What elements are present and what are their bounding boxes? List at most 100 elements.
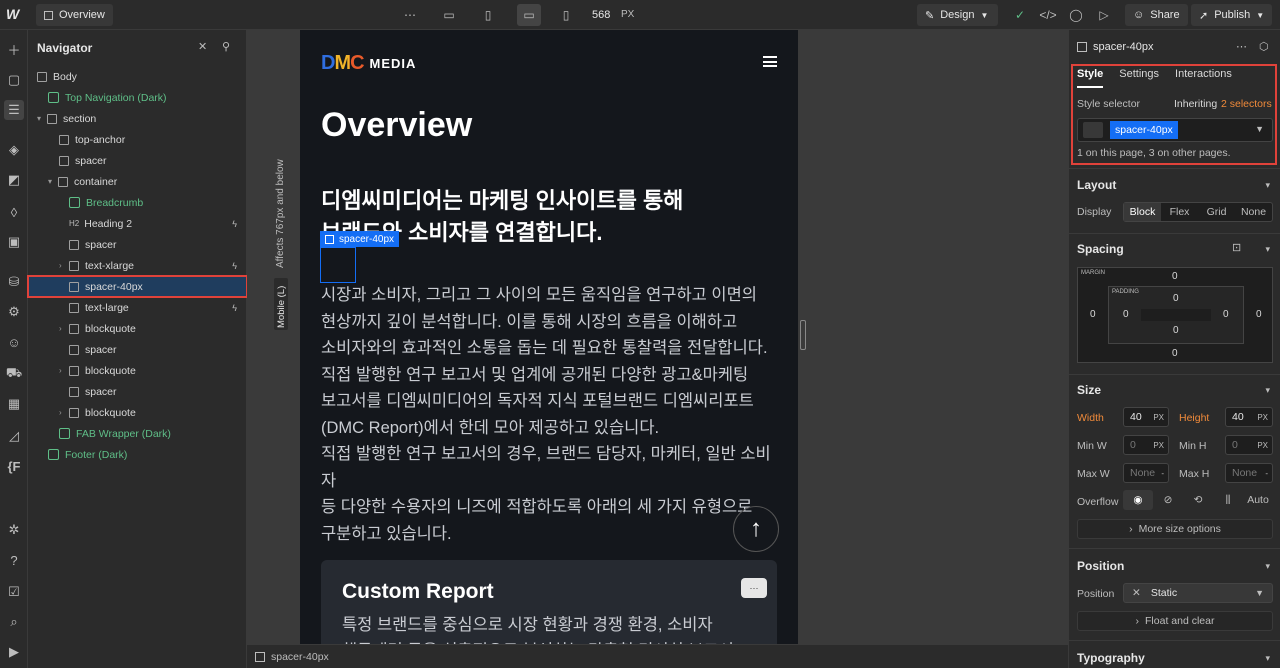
code-icon[interactable]: </> xyxy=(1038,5,1058,25)
brand-logo[interactable]: DMC MEDIA xyxy=(321,52,416,75)
scroll-top-arrow-icon[interactable]: ↑ xyxy=(733,506,779,552)
search-icon[interactable]: ⌕ xyxy=(4,612,24,632)
nav-item-spacer[interactable]: spacer xyxy=(28,234,247,255)
publish-button[interactable]: ➚ Publish ▼ xyxy=(1191,4,1273,26)
breadcrumb-selected[interactable]: spacer-40px xyxy=(271,651,329,663)
nav-item-spacer-40px[interactable]: spacer-40px xyxy=(27,275,248,298)
page-selector[interactable]: Overview xyxy=(36,4,113,26)
style-selector-field[interactable]: spacer-40px ▼ xyxy=(1077,118,1273,142)
nav-item-fab-wrapper[interactable]: FAB Wrapper (Dark) xyxy=(28,423,247,444)
position-title[interactable]: Position xyxy=(1077,559,1124,573)
localization-icon[interactable]: {F xyxy=(4,456,24,476)
chevron-down-icon[interactable]: ▾ xyxy=(1265,180,1270,191)
nav-item-heading-2[interactable]: H2 Heading 2 ϟ xyxy=(28,213,247,234)
nav-item-spacer[interactable]: spacer xyxy=(28,339,247,360)
min-height-input[interactable]: 0 PX xyxy=(1225,435,1273,455)
spacing-preset-icon[interactable]: ⊡ xyxy=(1232,241,1241,254)
inheriting-selectors-link[interactable]: 2 selectors xyxy=(1221,98,1272,110)
width-input[interactable]: 40 PX xyxy=(1123,407,1169,427)
desktop-star-breakpoint-icon[interactable]: ▭ xyxy=(439,5,459,25)
help-icon[interactable]: ? xyxy=(4,550,24,570)
audit-icon[interactable]: ☑ xyxy=(4,582,24,602)
webflow-logo[interactable]: W xyxy=(6,6,26,24)
nav-item-text-large[interactable]: text-large ϟ xyxy=(28,297,247,318)
padding-top[interactable]: 0 xyxy=(1173,293,1179,304)
margin-bottom[interactable]: 0 xyxy=(1172,348,1178,359)
height-unit[interactable]: PX xyxy=(1257,413,1268,422)
components-icon[interactable]: ◈ xyxy=(4,140,24,160)
logic-icon[interactable]: ⚙ xyxy=(4,302,24,322)
add-icon[interactable]: ＋ xyxy=(4,39,24,59)
float-and-clear-button[interactable]: › Float and clear xyxy=(1077,611,1273,631)
typography-title[interactable]: Typography xyxy=(1077,651,1145,665)
chevron-down-icon[interactable]: ▾ xyxy=(1265,385,1270,396)
ecommerce-icon[interactable]: ⛟ xyxy=(4,364,24,384)
canvas-width-value[interactable]: 568 xyxy=(592,9,610,21)
chevron-down-icon[interactable]: ▼ xyxy=(1255,124,1264,134)
nav-item-spacer[interactable]: spacer xyxy=(28,381,247,402)
design-mode-dropdown[interactable]: ✎ Design ▼ xyxy=(917,4,998,26)
selector-state-icon[interactable] xyxy=(1083,122,1103,138)
analytics-icon[interactable]: ◿ xyxy=(4,426,24,446)
check-circle-icon[interactable]: ✓ xyxy=(1010,5,1030,25)
display-flex-option[interactable]: Flex xyxy=(1161,203,1198,221)
nav-item-container[interactable]: ▾ container xyxy=(28,171,247,192)
max-height-input[interactable]: None - xyxy=(1225,463,1273,483)
tab-settings[interactable]: Settings xyxy=(1119,68,1159,88)
display-block-option[interactable]: Block xyxy=(1124,203,1161,221)
canvas-resize-handle[interactable] xyxy=(800,320,806,350)
spacing-title[interactable]: Spacing xyxy=(1077,242,1124,256)
pages-icon[interactable]: ▢ xyxy=(4,70,24,90)
layout-title[interactable]: Layout xyxy=(1077,178,1116,192)
nav-item-footer[interactable]: Footer (Dark) xyxy=(28,444,247,465)
caret-right-icon[interactable]: › xyxy=(59,366,69,375)
nav-item-text-xlarge[interactable]: › text-xlarge ϟ xyxy=(28,255,247,276)
nav-item-blockquote[interactable]: › blockquote xyxy=(28,402,247,423)
tab-style[interactable]: Style xyxy=(1077,68,1104,88)
padding-bottom[interactable]: 0 xyxy=(1173,325,1179,336)
caret-down-icon[interactable]: ▾ xyxy=(48,177,58,186)
chevron-down-icon[interactable]: ▾ xyxy=(1265,653,1270,664)
hamburger-menu-icon[interactable] xyxy=(763,56,777,67)
selected-spacer-outline[interactable] xyxy=(320,247,356,283)
max-width-input[interactable]: None - xyxy=(1123,463,1169,483)
collapse-icon[interactable]: ✕ xyxy=(198,40,207,53)
min-width-unit[interactable]: PX xyxy=(1153,441,1164,450)
padding-right[interactable]: 0 xyxy=(1223,309,1229,320)
overflow-hidden-eye-off-icon[interactable]: ⊘ xyxy=(1153,490,1183,510)
comment-icon[interactable]: ◯ xyxy=(1066,5,1086,25)
min-width-input[interactable]: 0 PX xyxy=(1123,435,1169,455)
margin-left[interactable]: 0 xyxy=(1090,309,1096,320)
video-icon[interactable]: ▶ xyxy=(4,642,24,662)
nav-item-blockquote[interactable]: › blockquote xyxy=(28,318,247,339)
selector-chip[interactable]: spacer-40px xyxy=(1110,121,1178,139)
chevron-down-icon[interactable]: ▾ xyxy=(1265,561,1270,572)
overflow-auto-option[interactable]: Auto xyxy=(1243,490,1273,510)
pin-icon[interactable]: ⚲ xyxy=(222,40,230,53)
mobile-portrait-breakpoint-icon[interactable]: ▯ xyxy=(556,5,576,25)
tablet-breakpoint-icon[interactable]: ▯ xyxy=(478,5,498,25)
more-options-icon[interactable]: ⋯ xyxy=(1236,40,1247,53)
more-breakpoints-icon[interactable]: ⋯ xyxy=(400,5,420,25)
caret-right-icon[interactable]: › xyxy=(59,324,69,333)
preview-play-icon[interactable]: ▷ xyxy=(1094,5,1114,25)
nav-item-section[interactable]: ▾ section xyxy=(28,108,247,129)
apps-icon[interactable]: ▦ xyxy=(4,394,24,414)
nav-item-top-navigation[interactable]: Top Navigation (Dark) xyxy=(28,87,247,108)
variables-icon[interactable]: ◊ xyxy=(4,202,24,222)
overflow-visible-eye-icon[interactable]: ◉ xyxy=(1123,490,1153,510)
size-title[interactable]: Size xyxy=(1077,383,1101,397)
min-height-unit[interactable]: PX xyxy=(1257,441,1268,450)
share-button[interactable]: ☺ Share xyxy=(1125,4,1188,26)
nav-item-spacer[interactable]: spacer xyxy=(28,150,247,171)
selected-element-badge[interactable]: spacer-40px xyxy=(320,231,400,247)
settings-icon[interactable]: ✲ xyxy=(4,520,24,540)
overflow-scroll-icon[interactable]: ⟲ xyxy=(1183,490,1213,510)
cms-icon[interactable]: ⛁ xyxy=(4,272,24,292)
assets-icon[interactable]: ▣ xyxy=(4,232,24,252)
nav-item-body[interactable]: Body xyxy=(28,66,247,87)
mobile-landscape-breakpoint-icon[interactable]: ▭ xyxy=(517,4,541,26)
display-none-option[interactable]: None xyxy=(1235,203,1272,221)
nav-item-top-anchor[interactable]: top-anchor xyxy=(28,129,247,150)
width-unit[interactable]: PX xyxy=(1153,413,1164,422)
